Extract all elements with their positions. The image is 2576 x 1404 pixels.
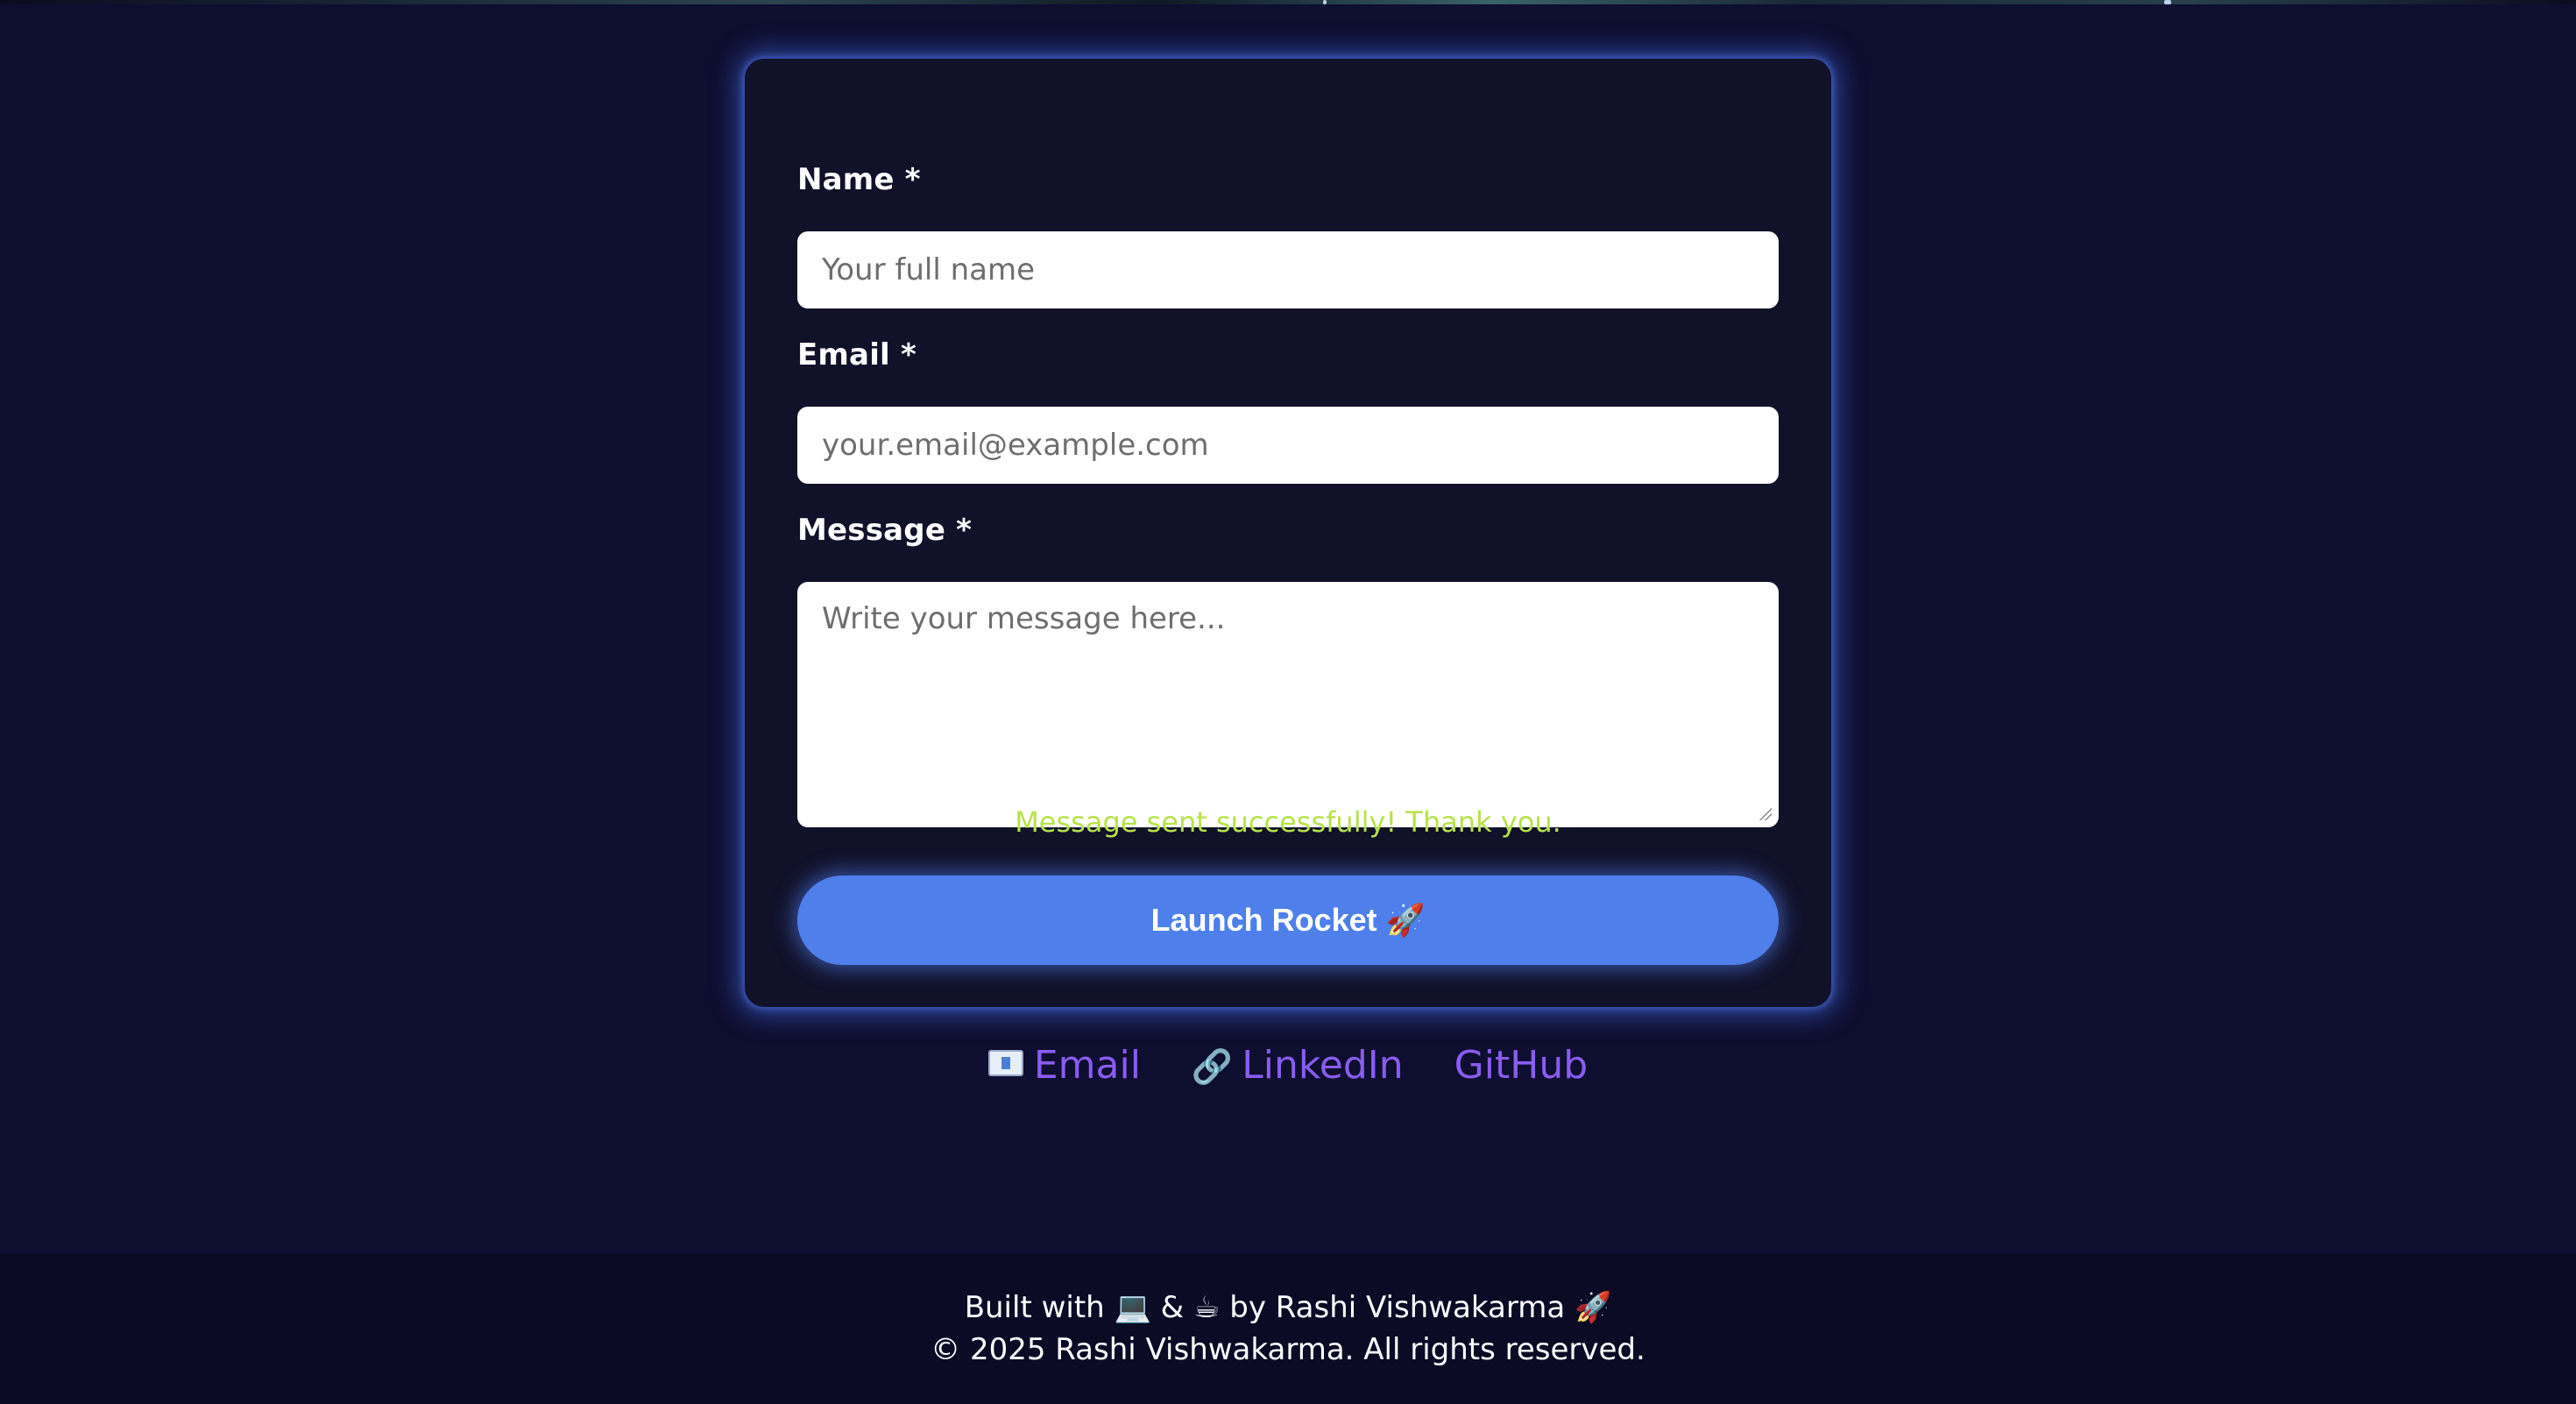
social-links: Email 🔗 LinkedIn GitHub [0,1043,2576,1088]
email-link-label: Email [1033,1043,1141,1088]
built-with-text: Built with 💻 & ☕ by Rashi Vishwakarma 🚀 [964,1290,1612,1325]
contact-form-card: Name * Email * Message * Message sent su… [745,59,1831,1007]
email-label: Email * [797,337,916,372]
email-link[interactable]: Email [987,1043,1153,1088]
message-textarea[interactable] [797,582,1779,827]
message-field-wrapper [797,582,1779,827]
success-message: Message sent successfully! Thank you. [1015,805,1561,839]
message-label: Message * [797,513,973,548]
name-label: Name * [797,162,921,197]
github-link-label: GitHub [1454,1043,1589,1088]
launch-button-label: Launch Rocket 🚀 [1150,902,1426,938]
name-input[interactable] [797,231,1779,308]
linkedin-link-label: LinkedIn [1242,1043,1404,1088]
linkedin-link[interactable]: 🔗 LinkedIn [1192,1043,1416,1088]
github-link[interactable]: GitHub [1454,1043,1588,1088]
page-footer: Built with 💻 & ☕ by Rashi Vishwakarma 🚀 … [0,1253,2576,1404]
email-input[interactable] [797,407,1779,484]
link-icon: 🔗 [1191,1047,1234,1086]
launch-rocket-button[interactable]: Launch Rocket 🚀 [797,876,1779,965]
copyright-text: © 2025 Rashi Vishwakarma. All rights res… [931,1332,1645,1367]
email-icon [987,1050,1023,1076]
